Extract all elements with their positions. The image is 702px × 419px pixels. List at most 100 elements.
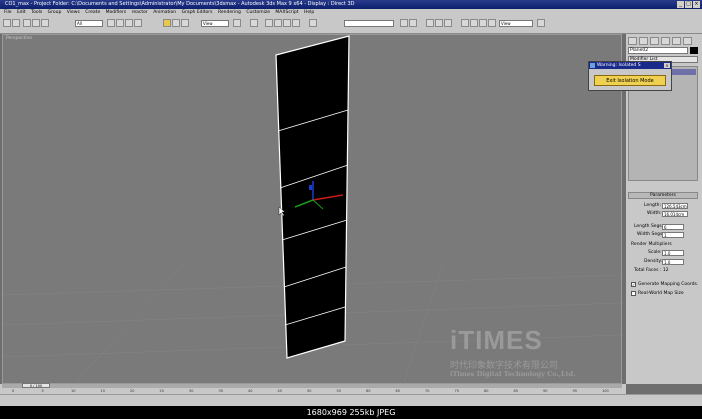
utilities-tab-icon[interactable] — [683, 37, 692, 45]
time-slider-thumb[interactable]: 0 / 100 — [22, 383, 50, 388]
scale-icon[interactable] — [181, 19, 189, 27]
menu-create[interactable]: Create — [85, 10, 100, 15]
menu-help[interactable]: Help — [304, 10, 314, 15]
maximize-button[interactable]: □ — [685, 1, 692, 8]
length-segs-label: Length Segs: — [634, 224, 664, 229]
selection-filter-dropdown[interactable]: All — [75, 20, 103, 27]
pivot-center-icon[interactable] — [233, 19, 241, 27]
display-tab-icon[interactable] — [672, 37, 681, 45]
curve-editor-icon[interactable] — [435, 19, 443, 27]
object-color-swatch[interactable] — [690, 47, 698, 54]
status-bar — [0, 394, 702, 406]
link-icon[interactable] — [23, 19, 31, 27]
warning-isolated-dialog: Warning: Isolated S × Exit Isolation Mod… — [588, 61, 672, 91]
unlink-icon[interactable] — [32, 19, 40, 27]
menu-group[interactable]: Group — [48, 10, 62, 15]
rotate-icon[interactable] — [172, 19, 180, 27]
time-slider[interactable]: 0 / 100 — [2, 383, 622, 388]
width-spinner[interactable]: 16.014cm — [662, 211, 688, 217]
real-world-checkbox[interactable] — [631, 291, 636, 296]
timeline-tick: 10 — [71, 389, 76, 393]
quick-render-icon[interactable] — [488, 19, 496, 27]
percent-snap-icon[interactable] — [283, 19, 291, 27]
align-icon[interactable] — [409, 19, 417, 27]
timeline-tick: 30 — [189, 389, 194, 393]
reference-coordinate-dropdown[interactable]: View — [201, 20, 229, 27]
app-window: CO1_max - Project Folder: C:\Documents a… — [0, 0, 702, 406]
redo-icon[interactable] — [12, 19, 20, 27]
modify-tab-icon[interactable] — [639, 37, 648, 45]
timeline-tick: 85 — [513, 389, 518, 393]
create-tab-icon[interactable] — [628, 37, 637, 45]
timeline-tick: 90 — [543, 389, 548, 393]
image-caption: 1680x969 255kb JPEG — [0, 406, 702, 419]
select-manipulate-icon[interactable] — [250, 19, 258, 27]
render-production-icon[interactable] — [537, 19, 545, 27]
itimes-watermark: iTIMES 时代印象数字技术有限公司 iTimes Digital Techn… — [450, 325, 615, 380]
mirror-icon[interactable] — [400, 19, 408, 27]
timeline-tick: 80 — [484, 389, 489, 393]
main-toolbar: All View View — [0, 17, 702, 34]
minimize-button[interactable]: _ — [677, 1, 684, 8]
generate-mapping-checkbox[interactable]: ✓ — [631, 282, 636, 287]
timeline-tick: 40 — [248, 389, 253, 393]
motion-tab-icon[interactable] — [661, 37, 670, 45]
menu-edit[interactable]: Edit — [17, 10, 26, 15]
select-by-name-icon[interactable] — [116, 19, 124, 27]
total-faces: Total Faces : 12 — [634, 268, 669, 273]
window-crossing-icon[interactable] — [134, 19, 142, 27]
scale-label: Scale: — [648, 250, 662, 255]
timeline-tick: 20 — [130, 389, 135, 393]
material-editor-icon[interactable] — [461, 19, 469, 27]
warning-title: Warning: Isolated S — [597, 63, 641, 68]
dialog-close-button[interactable]: × — [664, 63, 670, 68]
parameters-rollout[interactable]: Parameters — [628, 192, 698, 199]
object-name-input[interactable]: Plane02 — [628, 47, 688, 54]
move-icon[interactable] — [163, 19, 171, 27]
width-segs-spinner[interactable]: 1 — [662, 232, 684, 238]
timeline-tick: 75 — [454, 389, 459, 393]
density-spinner[interactable]: 1.0 — [662, 259, 684, 265]
named-selection-icon[interactable] — [309, 19, 317, 27]
window-title: CO1_max - Project Folder: C:\Documents a… — [5, 1, 355, 7]
timeline-tick: 55 — [336, 389, 341, 393]
render-setup-icon[interactable] — [470, 19, 478, 27]
named-selection-sets-dropdown[interactable] — [344, 20, 394, 27]
render-multipliers-label: Render Multipliers — [631, 242, 672, 247]
length-spinner[interactable]: 126.543cm — [662, 203, 688, 209]
timeline-tick: 50 — [307, 389, 312, 393]
menu-file[interactable]: File — [4, 10, 12, 15]
timeline-tick: 25 — [159, 389, 164, 393]
bind-space-warp-icon[interactable] — [41, 19, 49, 27]
menu-rendering[interactable]: Rendering — [218, 10, 241, 15]
exit-isolation-mode-button[interactable]: Exit Isolation Mode — [594, 75, 666, 86]
render-frame-icon[interactable] — [479, 19, 487, 27]
close-button[interactable]: × — [693, 1, 700, 8]
select-icon[interactable] — [107, 19, 115, 27]
snap-toggle-icon[interactable] — [265, 19, 273, 27]
region-select-icon[interactable] — [125, 19, 133, 27]
render-type-dropdown[interactable]: View — [499, 20, 533, 27]
menu-customize[interactable]: Customize — [246, 10, 270, 15]
width-label: Width: — [647, 211, 662, 216]
menu-views[interactable]: Views — [67, 10, 80, 15]
spinner-snap-icon[interactable] — [292, 19, 300, 27]
layer-manager-icon[interactable] — [426, 19, 434, 27]
hierarchy-tab-icon[interactable] — [650, 37, 659, 45]
length-segs-spinner[interactable]: 6 — [662, 224, 684, 230]
menu-maxscript[interactable]: MAXScript — [275, 10, 298, 15]
generate-mapping-label: Generate Mapping Coords. — [638, 282, 699, 287]
menu-graph-editors[interactable]: Graph Editors — [182, 10, 213, 15]
menu-modifiers[interactable]: Modifiers — [106, 10, 127, 15]
menu-animation[interactable]: Animation — [153, 10, 176, 15]
menu-tools[interactable]: Tools — [31, 10, 42, 15]
angle-snap-icon[interactable] — [274, 19, 282, 27]
menu-bar: File Edit Tools Group Views Create Modif… — [0, 9, 702, 17]
time-slider-area: 0 / 100 0 5 10 15 20 25 30 35 40 45 50 55 60 65 70 75 80… — [0, 383, 626, 394]
undo-icon[interactable] — [3, 19, 11, 27]
schematic-view-icon[interactable] — [444, 19, 452, 27]
timeline-tick: 60 — [366, 389, 371, 393]
scale-spinner[interactable]: 1.0 — [662, 250, 684, 256]
timeline-tick: 45 — [277, 389, 282, 393]
menu-reactor[interactable]: reactor — [132, 10, 148, 15]
